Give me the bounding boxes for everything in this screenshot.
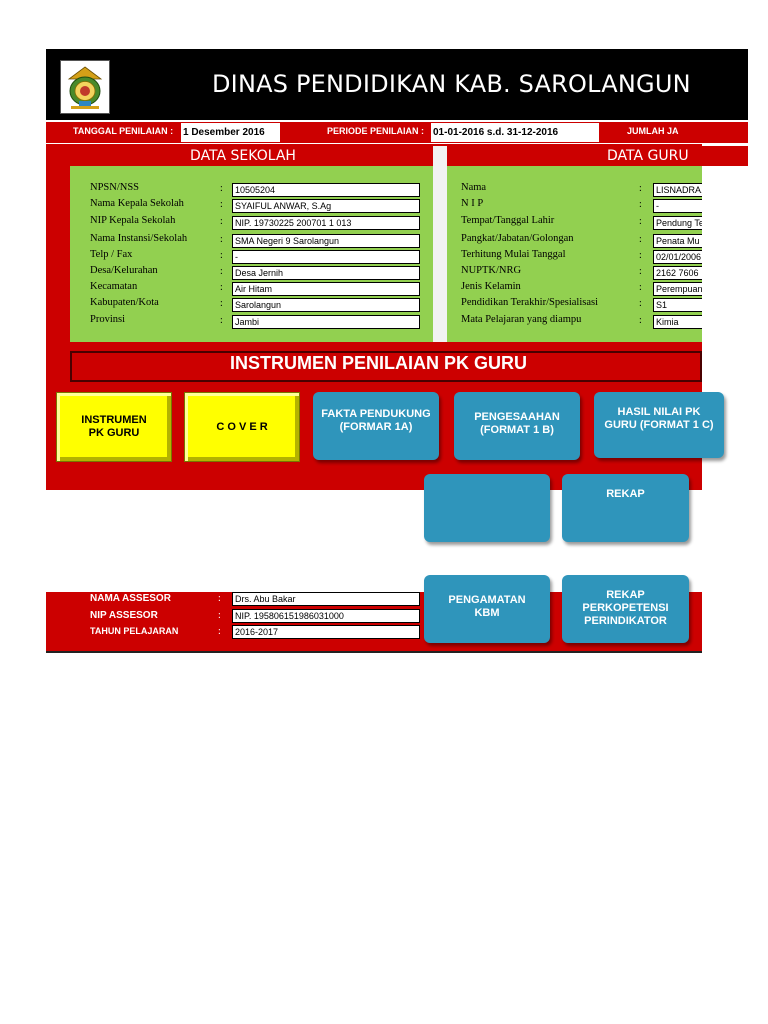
sekolah-label: Telp / Fax (90, 249, 133, 260)
mapel-field[interactable]: Kimia (653, 315, 702, 329)
colon: : (218, 626, 221, 637)
sekolah-label: Desa/Kelurahan (90, 265, 158, 276)
kabupaten-field[interactable]: Sarolangun (232, 298, 420, 312)
colon: : (639, 298, 642, 309)
data-sekolah-heading: DATA SEKOLAH (70, 146, 416, 166)
guru-label: N I P (461, 198, 484, 209)
sekolah-label: NIP Kepala Sekolah (90, 215, 176, 226)
colon: : (220, 183, 223, 194)
rekap-button[interactable]: REKAP (562, 474, 689, 542)
colon: : (218, 610, 221, 621)
tahun-pelajaran-field[interactable]: 2016-2017 (232, 625, 420, 639)
data-guru-heading: DATA GURU (459, 146, 748, 166)
pangkat-field[interactable]: Penata Mu (653, 234, 702, 248)
colon: : (220, 199, 223, 210)
rekap-perkompetensi-label: REKAP PERKOPETENSI PERINDIKATOR (582, 589, 669, 627)
nip-assesor-field[interactable]: NIP. 195806151986031000 (232, 609, 420, 623)
periode-penilaian-label: PERIODE PENILAIAN : (327, 126, 425, 136)
nama-guru-field[interactable]: LISNADRA, (653, 183, 702, 197)
instansi-field[interactable]: SMA Negeri 9 Sarolangun (232, 234, 420, 248)
fakta-pendukung-label: FAKTA PENDUKUNG (FORMAR 1A) (321, 408, 431, 433)
colon: : (220, 298, 223, 309)
colon: : (220, 234, 223, 245)
cover-button[interactable]: C O V E R (184, 392, 300, 462)
kepala-sekolah-field[interactable]: SYAIFUL ANWAR, S.Ag (232, 199, 420, 213)
nip-guru-field[interactable]: - (653, 199, 702, 213)
colon: : (220, 266, 223, 277)
rekap-perkompetensi-button[interactable]: REKAP PERKOPETENSI PERINDIKATOR (562, 575, 689, 643)
tahun-pelajaran-label: TAHUN PELAJARAN (90, 626, 179, 636)
nuptk-field[interactable]: 2162 7606 (653, 266, 702, 280)
instrumen-pk-guru-label: INSTRUMEN PK GURU (81, 414, 147, 439)
regency-crest-icon (60, 60, 110, 114)
colon: : (639, 282, 642, 293)
colon: : (639, 234, 642, 245)
instrumen-pk-guru-button[interactable]: INSTRUMEN PK GURU (56, 392, 172, 462)
pengamatan-kbm-label: PENGAMATAN KBM (448, 594, 526, 619)
colon: : (218, 593, 221, 604)
tmt-field[interactable]: 02/01/2006 (653, 250, 702, 264)
nip-kepala-field[interactable]: NIP. 19730225 200701 1 013 (232, 216, 420, 230)
colon: : (220, 216, 223, 227)
guru-label: Nama (461, 182, 487, 193)
sekolah-label: Nama Kepala Sekolah (90, 198, 184, 209)
guru-label: Pendidikan Terakhir/Spesialisasi (461, 297, 599, 308)
jenis-kelamin-field[interactable]: Perempuan (653, 282, 702, 296)
guru-label: Jenis Kelamin (461, 281, 521, 292)
guru-label: Terhitung Mulai Tanggal (461, 249, 566, 260)
tanggal-penilaian-value[interactable]: 1 Desember 2016 (181, 123, 280, 142)
sekolah-label: Kecamatan (90, 281, 138, 292)
colon: : (639, 199, 642, 210)
sekolah-label: NPSN/NSS (90, 182, 140, 193)
hasil-nilai-button[interactable]: HASIL NILAI PK GURU (FORMAT 1 C) (594, 392, 724, 458)
rekap-label: REKAP (606, 488, 645, 500)
colon: : (220, 315, 223, 326)
colon: : (220, 282, 223, 293)
colon: : (639, 216, 642, 227)
colon: : (639, 250, 642, 261)
colon: : (639, 266, 642, 277)
nip-assesor-label: NIP ASSESOR (90, 610, 158, 621)
blank-blue-button[interactable] (424, 474, 550, 542)
colon: : (639, 315, 642, 326)
tanggal-penilaian-label: TANGGAL PENILAIAN : (73, 126, 174, 136)
guru-label: Mata Pelajaran yang diampu (461, 314, 582, 325)
ttl-field[interactable]: Pendung Te (653, 216, 702, 230)
nama-assesor-field[interactable]: Drs. Abu Bakar (232, 592, 420, 606)
provinsi-field[interactable]: Jambi (232, 315, 420, 329)
guru-label: NUPTK/NRG (461, 265, 522, 276)
data-guru-heading-text: DATA GURU (607, 148, 689, 164)
cover-label: C O V E R (216, 421, 268, 433)
guru-label: Tempat/Tanggal Lahir (461, 215, 555, 226)
sekolah-label: Provinsi (90, 314, 126, 325)
pendidikan-field[interactable]: S1 (653, 298, 702, 312)
sekolah-label: Nama Instansi/Sekolah (90, 233, 188, 244)
kecamatan-field[interactable]: Air Hitam (232, 282, 420, 296)
sekolah-label: Kabupaten/Kota (90, 297, 159, 308)
fakta-pendukung-button[interactable]: FAKTA PENDUKUNG (FORMAR 1A) (313, 392, 439, 460)
nama-assesor-label: NAMA ASSESOR (90, 593, 171, 604)
pengesahan-button[interactable]: PENGESAAHAN (FORMAT 1 B) (454, 392, 580, 460)
pengamatan-kbm-button[interactable]: PENGAMATAN KBM (424, 575, 550, 643)
periode-penilaian-value[interactable]: 01-01-2016 s.d. 31-12-2016 (431, 123, 599, 142)
jumlah-label: JUMLAH JA (627, 126, 679, 136)
npsn-field[interactable]: 10505204 (232, 183, 420, 197)
panel-divider (433, 146, 447, 342)
page-title: DINAS PENDIDIKAN KAB. SAROLANGUN (212, 70, 691, 98)
telp-field[interactable]: - (232, 250, 420, 264)
colon: : (639, 183, 642, 194)
colon: : (220, 250, 223, 261)
guru-label: Pangkat/Jabatan/Golongan (461, 233, 574, 244)
pengesahan-label: PENGESAAHAN (FORMAT 1 B) (474, 411, 560, 436)
desa-field[interactable]: Desa Jernih (232, 266, 420, 280)
hasil-nilai-label: HASIL NILAI PK GURU (FORMAT 1 C) (604, 406, 714, 431)
instrumen-banner-title: INSTRUMEN PENILAIAN PK GURU (230, 353, 528, 373)
